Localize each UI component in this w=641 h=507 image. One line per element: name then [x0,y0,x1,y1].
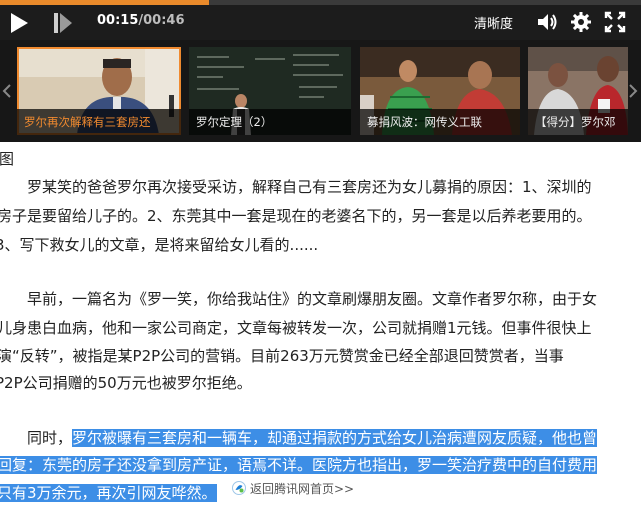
thumb-caption: 罗尔定理（2） [189,109,351,135]
related-videos-strip: 罗尔再次解释有三套房还 罗尔定理（2） 募捐风波：网传义工联 【得分】罗尔邓 [0,40,641,142]
paragraph-line: 早前，一篇名为《罗一笑，你给我站住》的文章刷爆朋友圈。文章作者罗尔称，由于女 [0,290,598,308]
time-current: 00:15 [97,13,139,28]
chevron-left-icon[interactable] [2,84,12,98]
settings-gear-icon[interactable] [570,11,592,33]
progress-fill [0,0,209,5]
paragraph-line: 3、写下救女儿的文章，是将来留给女儿看的...... [0,236,319,254]
quality-button[interactable]: 清晰度 [474,13,513,32]
progress-track[interactable] [0,0,641,5]
paragraph-line: 只有3万余元，再次引网友哗然。 [0,479,217,507]
thumb-caption: 募捐风波：网传义工联 [360,109,520,135]
related-video-1[interactable]: 罗尔再次解释有三套房还 [17,47,181,135]
back-to-homepage-link[interactable]: 返回腾讯网首页>> [232,480,354,500]
related-video-3[interactable]: 募捐风波：网传义工联 [360,47,520,135]
video-control-bar: 00:15/00:46 清晰度 [0,0,641,40]
time-total: 00:46 [143,13,185,28]
paragraph-line: 演“反转”，被指是某P2P公司的营销。目前263万元赞赏金已经全部退回赞赏者，当… [0,347,564,365]
paragraph-line: 同时，罗尔被曝有三套房和一辆车，却通过捐款的方式给女儿治病遭网友质疑，他也曾 [0,424,598,452]
paragraph-line: 罗某笑的爸爸罗尔再次接受采访，解释自己有三套房还为女儿募捐的原因：1、深圳的 [0,178,592,196]
chevron-right-icon[interactable] [628,84,638,98]
related-video-2[interactable]: 罗尔定理（2） [189,47,351,135]
time-display: 00:15/00:46 [97,13,185,28]
paragraph-line: 回复：东莞的房子还没拿到房产证，语焉不详。医院方也指出，罗一笑治疗费中的自付费用 [0,451,598,479]
selected-text: 回复：东莞的房子还没拿到房产证，语焉不详。医院方也指出，罗一笑治疗费中的自付费用 [0,456,598,474]
back-link-label: 返回腾讯网首页>> [250,482,355,496]
fullscreen-icon[interactable] [604,11,626,33]
paragraph-line: 儿身患白血病，他和一家公司商定，文章每被转发一次，公司就捐赠1元钱。但事件很快上 [0,319,592,337]
image-caption-fragment: 图 [0,150,15,168]
selected-text: 罗尔被曝有三套房和一辆车，却通过捐款的方式给女儿治病遭网友质疑，他也曾 [72,429,598,447]
play-icon[interactable] [8,12,30,34]
thumb-caption: 【得分】罗尔邓 [528,109,628,135]
tencent-logo-icon [232,481,246,495]
selected-text: 只有3万余元，再次引网友哗然。 [0,484,217,502]
related-video-4[interactable]: 【得分】罗尔邓 [528,47,628,135]
next-icon[interactable] [52,12,74,34]
thumb-caption: 罗尔再次解释有三套房还 [17,109,181,135]
paragraph-line: 房子是要留给儿子的。2、东莞其中一套是现在的老婆名下的，另一套是以后养老要用的。 [0,207,592,225]
paragraph-prefix: 同时， [0,429,73,447]
volume-icon[interactable] [536,11,558,33]
paragraph-line: P2P公司捐赠的50万元也被罗尔拒绝。 [0,374,252,392]
